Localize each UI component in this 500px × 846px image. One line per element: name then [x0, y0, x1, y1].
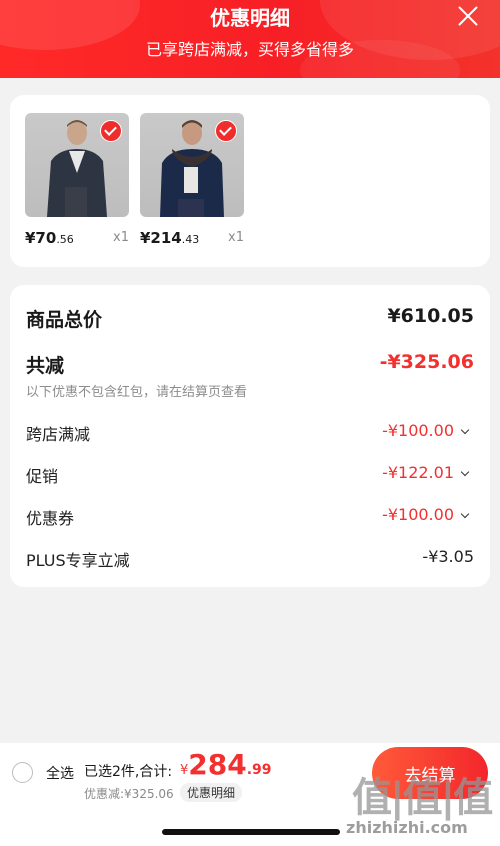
chevron-down-icon[interactable]: [460, 425, 470, 435]
discount-summary-card: 商品总价 ¥610.05 共减 -¥325.06 以下优惠不包含红包，请在结算页…: [10, 285, 490, 587]
chevron-down-icon[interactable]: [460, 509, 470, 519]
discount-detail-button[interactable]: 优惠明细: [180, 783, 243, 802]
selected-check-icon[interactable]: [215, 120, 237, 142]
page-subtitle: 已享跨店满减，买得多省得多: [145, 40, 354, 59]
product-item[interactable]: ¥214.43 x1: [140, 113, 244, 247]
chevron-down-icon[interactable]: [460, 467, 470, 477]
close-icon[interactable]: [454, 2, 482, 30]
total-reduce-label: 共减: [26, 355, 65, 377]
product-price: ¥214.43: [140, 229, 200, 247]
watermark-url: zhizhizhi.com: [346, 818, 468, 837]
product-item[interactable]: ¥70.56 x1: [25, 113, 129, 247]
products-card: ¥70.56 x1 ¥214.43 x1: [10, 95, 490, 267]
home-indicator: [162, 829, 340, 835]
product-image[interactable]: [25, 113, 129, 217]
select-all-label[interactable]: 全选: [46, 763, 74, 783]
total-reduce-value: -¥325.06: [379, 351, 474, 373]
total-amount: ¥284.99: [180, 748, 272, 781]
page-title: 优惠明细: [210, 6, 290, 30]
total-price-label: 商品总价: [26, 309, 103, 331]
header-banner: 优惠明细 已享跨店满减，买得多省得多: [0, 0, 500, 78]
selected-check-icon[interactable]: [100, 120, 122, 142]
product-price: ¥70.56: [25, 229, 74, 247]
watermark-logo: 值|值|值: [352, 775, 493, 821]
product-quantity: x1: [113, 230, 129, 245]
product-quantity: x1: [228, 230, 244, 245]
selected-count: 已选2件,合计:: [84, 764, 173, 780]
total-price-value: ¥610.05: [387, 305, 474, 327]
product-image[interactable]: [140, 113, 244, 217]
select-all-radio[interactable]: [12, 762, 33, 783]
discount-total: 优惠减:¥325.06: [84, 787, 174, 801]
